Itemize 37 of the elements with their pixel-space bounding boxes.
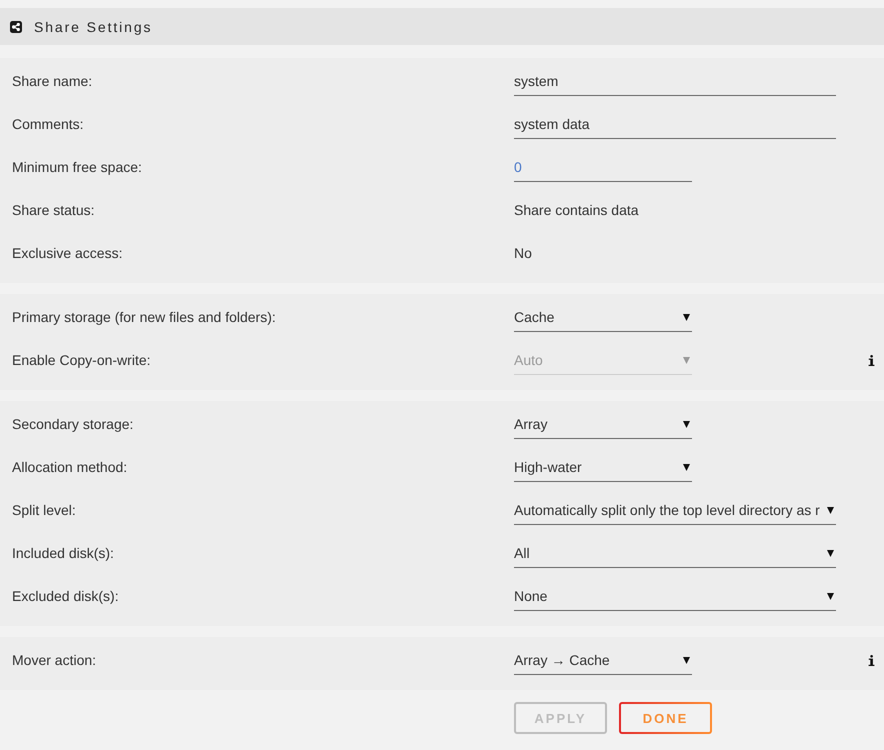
- caret-icon: [827, 593, 834, 600]
- share-icon: [10, 20, 22, 32]
- field-label: Share name:: [12, 73, 92, 89]
- number-field[interactable]: 0: [514, 157, 692, 182]
- info-icon[interactable]: [868, 355, 875, 366]
- field-label: Allocation method:: [12, 459, 128, 475]
- text-field[interactable]: system: [514, 71, 836, 96]
- field-label: Excluded disk(s):: [12, 588, 119, 604]
- field-label: Mover action:: [12, 652, 96, 668]
- dropdown[interactable]: None: [514, 586, 836, 611]
- field-label: Enable Copy-on-write:: [12, 352, 151, 368]
- dropdown[interactable]: Array: [514, 414, 692, 439]
- caret-icon: [827, 507, 834, 514]
- caret-icon: [683, 464, 690, 471]
- status-text: Share contains data: [514, 201, 639, 220]
- field-label: Secondary storage:: [12, 416, 134, 432]
- caret-icon: [683, 421, 690, 428]
- header-title: Share Settings: [34, 18, 152, 34]
- dropdown[interactable]: Array → Cache: [514, 650, 692, 675]
- dropdown[interactable]: Cache: [514, 307, 692, 332]
- caret-icon: [683, 357, 690, 364]
- field-label: Primary storage (for new files and folders):: [12, 309, 276, 325]
- caret-icon: [827, 550, 834, 557]
- info-icon[interactable]: [868, 655, 875, 666]
- caret-icon: [683, 314, 690, 321]
- dropdown[interactable]: All: [514, 543, 836, 568]
- dropdown[interactable]: Automatically split only the top level directory as r: [514, 500, 836, 525]
- field-label: Share status:: [12, 202, 94, 218]
- field-label: Comments:: [12, 116, 84, 132]
- text-field[interactable]: system data: [514, 114, 836, 139]
- field-label: Split level:: [12, 502, 76, 518]
- dropdown[interactable]: High-water: [514, 457, 692, 482]
- field-label: Minimum free space:: [12, 159, 142, 175]
- status-text: No: [514, 244, 532, 263]
- caret-icon: [683, 657, 690, 664]
- field-label: Exclusive access:: [12, 245, 122, 261]
- field-label: Included disk(s):: [12, 545, 114, 561]
